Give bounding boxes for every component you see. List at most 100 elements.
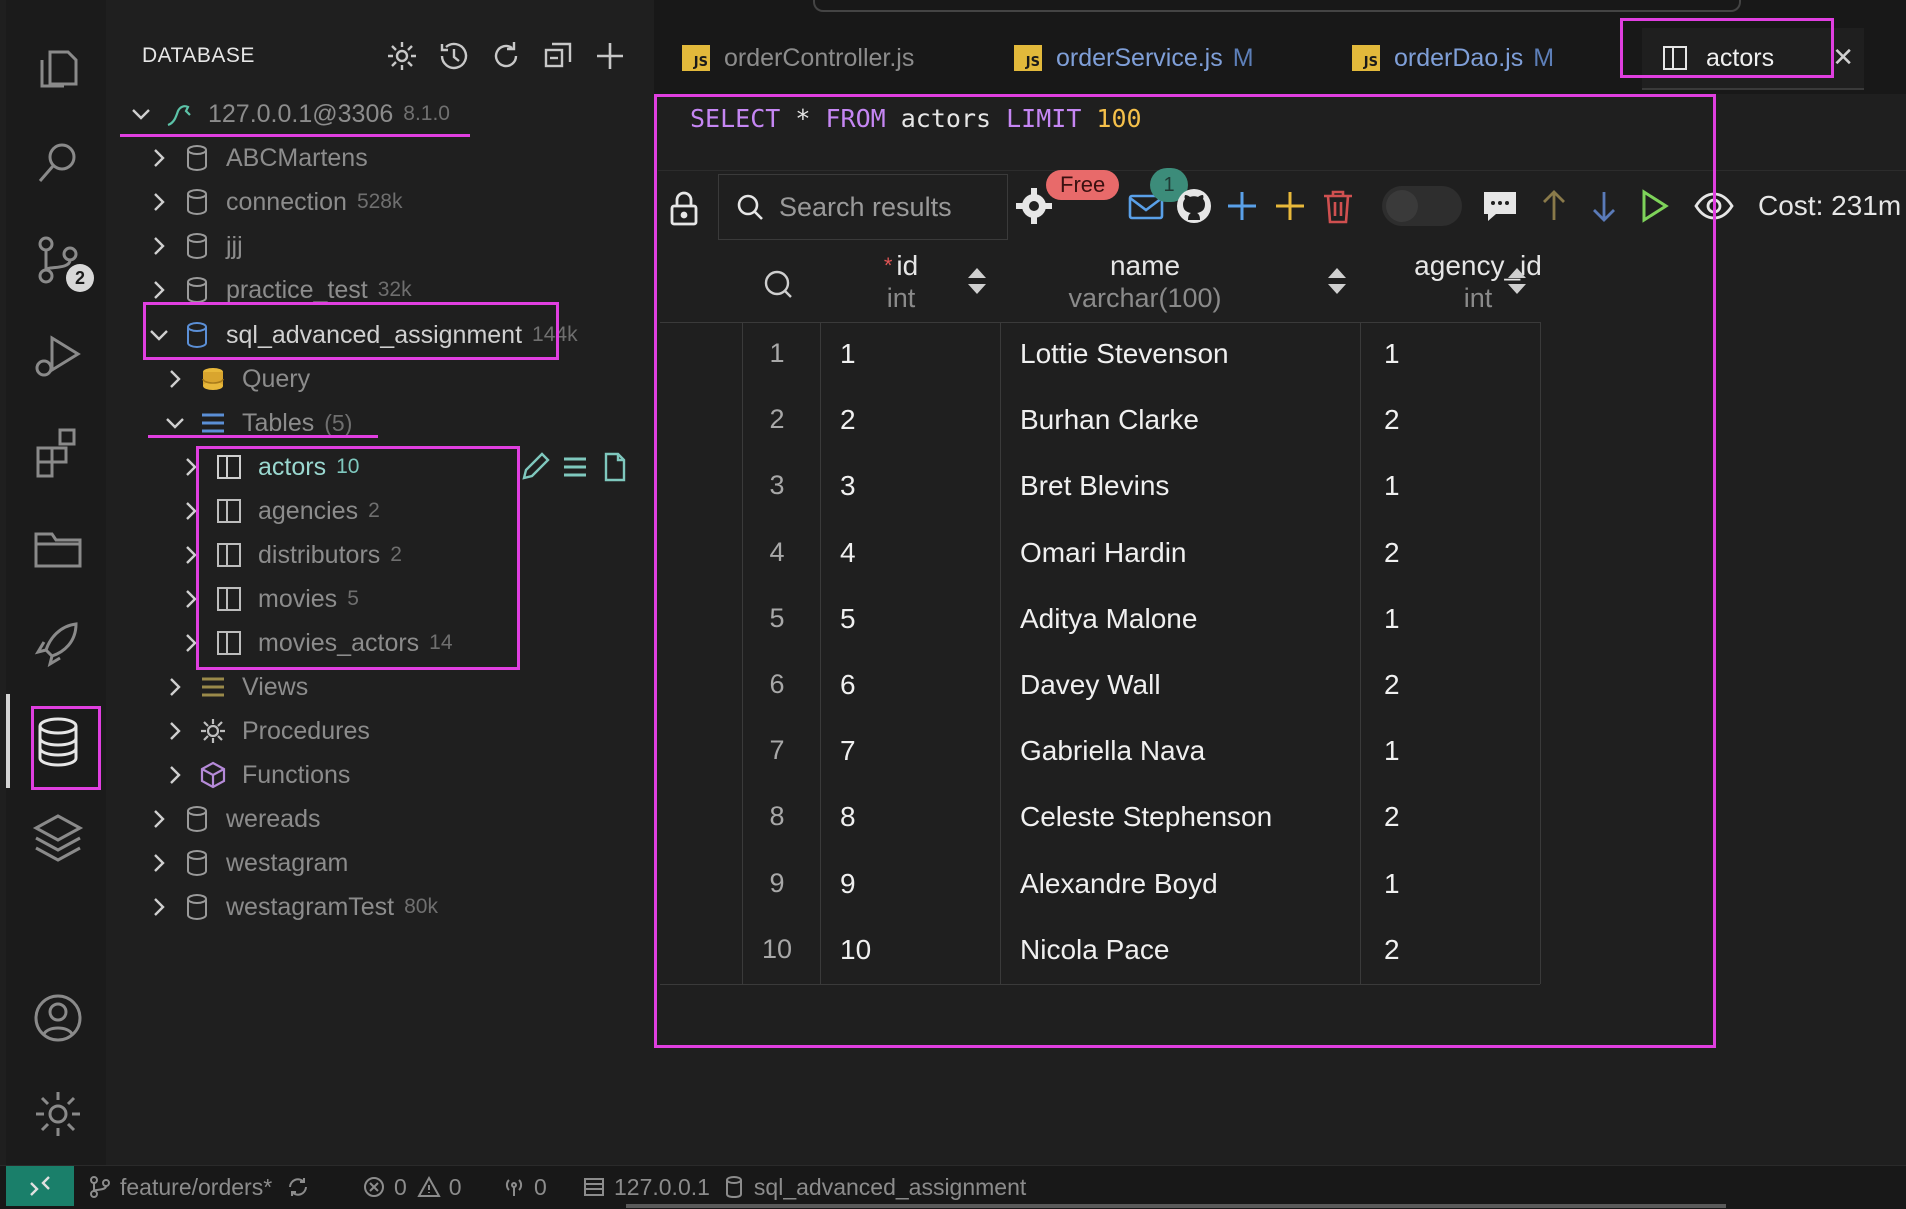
comment-icon[interactable]: [1480, 186, 1520, 226]
views-node[interactable]: Views: [162, 665, 308, 709]
toggle-switch[interactable]: [1382, 186, 1462, 226]
cell-agency-id[interactable]: 2: [1384, 934, 1400, 966]
settings-gear-icon[interactable]: [384, 38, 420, 74]
github-icon[interactable]: [1174, 186, 1214, 226]
list-icon[interactable]: [558, 450, 592, 484]
table-node-distributors[interactable]: distributors 2: [178, 533, 402, 577]
cell-id[interactable]: 2: [840, 404, 856, 436]
run-debug-icon[interactable]: [30, 328, 86, 384]
cell-agency-id[interactable]: 1: [1384, 603, 1400, 635]
cell-id[interactable]: 7: [840, 735, 856, 767]
lock-icon[interactable]: [664, 188, 704, 228]
table-node-actors[interactable]: actors 10: [178, 445, 359, 489]
cell-agency-id[interactable]: 1: [1384, 868, 1400, 900]
cell-id[interactable]: 3: [840, 470, 856, 502]
manage-gear-icon[interactable]: [30, 1086, 86, 1142]
add-row-icon[interactable]: [1222, 186, 1262, 226]
cell-id[interactable]: 6: [840, 669, 856, 701]
layers-icon[interactable]: [30, 808, 86, 864]
cell-name[interactable]: Lottie Stevenson: [1020, 338, 1229, 370]
account-icon[interactable]: [30, 990, 86, 1046]
cell-name[interactable]: Burhan Clarke: [1020, 404, 1199, 436]
cell-id[interactable]: 10: [840, 934, 871, 966]
cell-name[interactable]: Omari Hardin: [1020, 537, 1186, 569]
collapse-all-icon[interactable]: [540, 38, 576, 74]
close-icon[interactable]: ✕: [1832, 42, 1854, 73]
extensions-icon[interactable]: [30, 424, 86, 480]
remote-icon[interactable]: [6, 1166, 74, 1206]
rocket-icon[interactable]: [30, 616, 86, 672]
column-header-name[interactable]: name varchar(100): [1000, 250, 1290, 314]
refresh-icon[interactable]: [488, 38, 524, 74]
cell-agency-id[interactable]: 1: [1384, 338, 1400, 370]
folder-icon[interactable]: [30, 520, 86, 576]
db-node-abcmartens[interactable]: ABCMartens: [146, 136, 378, 180]
sql-query[interactable]: SELECT * FROM actors LIMIT 100: [690, 104, 1142, 133]
cell-name[interactable]: Nicola Pace: [1020, 934, 1169, 966]
arrow-up-icon[interactable]: [1534, 186, 1574, 226]
cell-id[interactable]: 9: [840, 868, 856, 900]
cell-id[interactable]: 4: [840, 537, 856, 569]
database-icon[interactable]: [30, 714, 86, 770]
column-header-agency-id[interactable]: agency_id int: [1358, 250, 1598, 314]
table-node-movies-actors[interactable]: movies_actors 14: [178, 621, 453, 665]
sort-icon[interactable]: [1326, 266, 1348, 296]
db-node-connection[interactable]: connection 528k: [146, 180, 402, 224]
arrow-down-icon[interactable]: [1584, 186, 1624, 226]
history-icon[interactable]: [436, 38, 472, 74]
insert-icon[interactable]: [1270, 186, 1310, 226]
cell-agency-id[interactable]: 1: [1384, 735, 1400, 767]
db-node-jjj[interactable]: jjj: [146, 224, 253, 268]
eye-icon[interactable]: [1694, 186, 1734, 226]
db-node-wereads[interactable]: wereads: [146, 797, 331, 841]
trash-icon[interactable]: [1318, 186, 1358, 226]
cell-agency-id[interactable]: 2: [1384, 801, 1400, 833]
run-play-icon[interactable]: [1634, 186, 1674, 226]
cell-agency-id[interactable]: 1: [1384, 470, 1400, 502]
tab-actors[interactable]: actors ✕: [1642, 28, 1864, 90]
search-results-box[interactable]: [718, 174, 1008, 240]
sort-icon[interactable]: [1506, 266, 1528, 296]
connection-status[interactable]: 127.0.0.1 sql_advanced_assignment: [582, 1170, 1026, 1204]
table-node-agencies[interactable]: agencies 2: [178, 489, 380, 533]
problems-status[interactable]: 0 0: [362, 1170, 462, 1204]
db-node-practice-test[interactable]: practice_test 32k: [146, 268, 412, 312]
functions-node[interactable]: Functions: [162, 753, 350, 797]
tab-orderservice[interactable]: JS orderService.js M: [1014, 28, 1254, 88]
db-node-sql-advanced-assignment[interactable]: sql_advanced_assignment 144k: [146, 313, 578, 357]
column-header-id[interactable]: * id int: [830, 250, 972, 314]
cell-name[interactable]: Aditya Malone: [1020, 603, 1197, 635]
tables-node[interactable]: Tables (5): [162, 401, 352, 445]
active-indicator: [6, 694, 10, 788]
procedures-node[interactable]: Procedures: [162, 709, 370, 753]
document-icon[interactable]: [598, 450, 632, 484]
cell-name[interactable]: Alexandre Boyd: [1020, 868, 1218, 900]
add-connection-icon[interactable]: [592, 38, 628, 74]
db-node-westagram[interactable]: westagram: [146, 841, 358, 885]
search-results-input[interactable]: [777, 190, 1001, 224]
connection-node[interactable]: 127.0.0.1@3306 8.1.0: [128, 92, 450, 136]
sort-icon[interactable]: [966, 266, 988, 296]
cell-name[interactable]: Gabriella Nava: [1020, 735, 1205, 767]
edit-pencil-icon[interactable]: [518, 450, 552, 484]
cell-id[interactable]: 1: [840, 338, 856, 370]
cell-agency-id[interactable]: 2: [1384, 537, 1400, 569]
command-center[interactable]: [813, 0, 1741, 12]
explorer-icon[interactable]: [30, 40, 86, 96]
tab-ordercontroller[interactable]: JS orderController.js: [682, 28, 914, 88]
column-search-icon[interactable]: [760, 266, 796, 302]
cell-agency-id[interactable]: 2: [1384, 404, 1400, 436]
query-node[interactable]: Query: [162, 357, 310, 401]
db-node-westagramtest[interactable]: westagramTest 80k: [146, 885, 438, 929]
cell-id[interactable]: 5: [840, 603, 856, 635]
cell-agency-id[interactable]: 2: [1384, 669, 1400, 701]
search-icon[interactable]: [30, 135, 86, 191]
cell-name[interactable]: Bret Blevins: [1020, 470, 1169, 502]
cell-id[interactable]: 8: [840, 801, 856, 833]
table-node-movies[interactable]: movies 5: [178, 577, 359, 621]
branch-status[interactable]: feature/orders*: [88, 1170, 318, 1204]
cell-name[interactable]: Celeste Stephenson: [1020, 801, 1272, 833]
ports-status[interactable]: 0: [502, 1170, 547, 1204]
tab-orderdao[interactable]: JS orderDao.js M: [1352, 28, 1554, 88]
cell-name[interactable]: Davey Wall: [1020, 669, 1161, 701]
